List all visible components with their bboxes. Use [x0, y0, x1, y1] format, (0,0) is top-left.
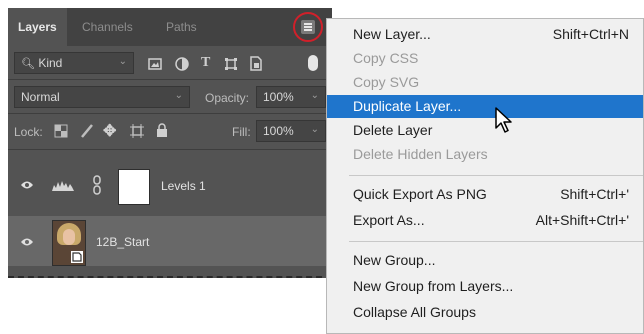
menu-separator — [349, 175, 643, 176]
layers-panel-menu: New Layer... Shift+Ctrl+N Copy CSS Copy … — [326, 18, 644, 334]
chevron-down-icon: ⌄ — [310, 124, 319, 135]
adjustment-filter-icon[interactable] — [175, 57, 189, 71]
filter-toggle-switch[interactable] — [308, 55, 318, 71]
eye-icon[interactable] — [20, 237, 34, 247]
opacity-label: Opacity: — [205, 91, 250, 105]
pixel-filter-icon[interactable] — [148, 58, 162, 70]
menu-item-delete-layer[interactable]: Delete Layer — [327, 119, 643, 142]
tab-layers[interactable]: Layers — [8, 8, 67, 46]
menu-item-label: Copy SVG — [353, 74, 420, 90]
panel-menu-icon[interactable] — [301, 20, 315, 34]
menu-item-label: Export As... — [353, 212, 425, 228]
blend-row: Normal ⌄ Opacity: 100% ⌄ — [8, 80, 332, 114]
type-filter-icon[interactable]: T — [201, 55, 210, 71]
menu-item-label: Delete Hidden Layers — [353, 146, 488, 162]
menu-item-duplicate-layer[interactable]: Duplicate Layer... — [327, 95, 643, 118]
layer-mask-thumbnail[interactable] — [118, 169, 150, 205]
menu-item-label: New Group from Layers... — [353, 278, 514, 294]
lock-position-icon[interactable]: ✥ — [103, 121, 116, 141]
lock-transparent-pixels-icon[interactable] — [54, 124, 68, 138]
lock-image-pixels-icon[interactable] — [80, 124, 94, 138]
lock-artboard-icon[interactable] — [130, 124, 144, 138]
chevron-down-icon: ⌄ — [118, 56, 127, 67]
menu-item-new-group-from-layers[interactable]: New Group from Layers... — [327, 275, 643, 298]
fill-field[interactable]: 100% ⌄ — [256, 120, 326, 142]
tab-channels[interactable]: Channels — [82, 20, 133, 34]
layer-thumbnail-photo[interactable] — [52, 220, 86, 266]
layer-row-12b-start[interactable]: 12B_Start — [8, 216, 332, 266]
fill-label: Fill: — [232, 125, 251, 139]
mouse-pointer-icon — [495, 107, 512, 133]
layer-name[interactable]: Levels 1 — [161, 179, 206, 193]
eye-icon[interactable] — [20, 180, 34, 190]
smart-object-badge-icon — [71, 251, 83, 263]
chevron-down-icon: ⌄ — [310, 90, 319, 101]
menu-item-shortcut: Alt+Shift+Ctrl+' — [535, 212, 629, 228]
smart-object-filter-icon[interactable] — [249, 56, 263, 71]
blend-mode-select[interactable]: Normal ⌄ — [14, 86, 190, 108]
menu-item-copy-svg: Copy SVG — [327, 71, 643, 94]
menu-separator — [349, 241, 643, 242]
menu-item-delete-hidden-layers: Delete Hidden Layers — [327, 143, 643, 166]
filter-row: 🔍︎ Kind ⌄ T — [8, 46, 332, 80]
menu-item-quick-export-png[interactable]: Quick Export As PNG Shift+Ctrl+' — [327, 183, 643, 206]
menu-item-shortcut: Shift+Ctrl+' — [560, 186, 629, 202]
chevron-down-icon: ⌄ — [174, 90, 183, 101]
levels-adjustment-icon — [52, 181, 74, 191]
layers-panel: Layers Channels Paths 🔍︎ Kind ⌄ T Normal… — [8, 8, 332, 278]
menu-item-new-layer[interactable]: New Layer... Shift+Ctrl+N — [327, 23, 643, 46]
fill-value: 100% — [263, 124, 294, 138]
link-chain-icon[interactable] — [92, 175, 102, 195]
menu-item-copy-css: Copy CSS — [327, 47, 643, 70]
menu-item-shortcut: Shift+Ctrl+N — [552, 26, 629, 42]
shape-filter-icon[interactable] — [224, 57, 238, 71]
menu-item-label: Collapse All Groups — [353, 304, 476, 320]
opacity-value: 100% — [263, 90, 294, 104]
tab-paths[interactable]: Paths — [166, 20, 197, 34]
search-icon: 🔍︎ — [21, 58, 35, 70]
lock-row: Lock: ✥ Fill: 100% ⌄ — [8, 114, 332, 150]
layer-row-levels[interactable]: Levels 1 — [8, 163, 332, 207]
blend-mode-value: Normal — [21, 90, 60, 104]
menu-item-label: Delete Layer — [353, 122, 433, 138]
menu-item-collapse-all-groups[interactable]: Collapse All Groups — [327, 301, 643, 324]
panel-tab-bar: Layers Channels Paths — [8, 8, 332, 46]
portrait-face — [63, 229, 75, 245]
menu-item-label: New Group... — [353, 252, 436, 268]
menu-item-new-group[interactable]: New Group... — [327, 249, 643, 272]
lock-all-icon[interactable] — [156, 123, 168, 137]
filter-kind-select[interactable]: 🔍︎ Kind ⌄ — [14, 52, 134, 74]
lock-label: Lock: — [14, 125, 43, 139]
menu-item-export-as[interactable]: Export As... Alt+Shift+Ctrl+' — [327, 209, 643, 232]
menu-item-label: Copy CSS — [353, 50, 419, 66]
filter-kind-label: Kind — [38, 56, 63, 70]
layer-name[interactable]: 12B_Start — [96, 235, 149, 249]
menu-item-label: Duplicate Layer... — [353, 98, 462, 114]
menu-item-label: New Layer... — [353, 26, 431, 42]
menu-item-label: Quick Export As PNG — [353, 186, 487, 202]
opacity-field[interactable]: 100% ⌄ — [256, 86, 326, 108]
